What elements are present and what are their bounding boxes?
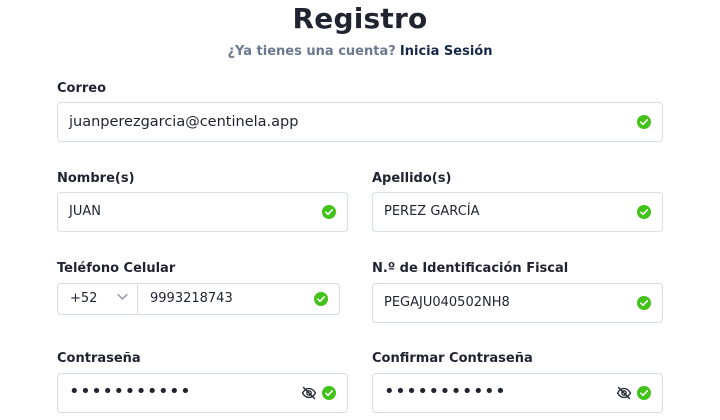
email-label: Correo <box>57 81 107 96</box>
eye-off-icon[interactable] <box>301 386 317 400</box>
confirm-password-value: ••••••••••• <box>384 381 507 402</box>
check-circle-icon <box>314 292 328 306</box>
check-circle-icon <box>637 296 651 310</box>
check-circle-icon <box>637 205 651 219</box>
last-name-label: Apellido(s) <box>372 171 452 186</box>
last-name-field[interactable]: PEREZ GARCÍA <box>372 192 663 232</box>
eye-off-icon[interactable] <box>616 386 632 400</box>
last-name-value: PEREZ GARCÍA <box>384 204 480 219</box>
login-link[interactable]: Inicia Sesión <box>400 44 493 59</box>
first-name-label: Nombre(s) <box>57 171 135 186</box>
check-circle-icon <box>637 115 651 129</box>
email-field[interactable]: juanperezgarcia@centinela.app <box>57 102 663 142</box>
login-prompt: ¿Ya tienes una cuenta? Inicia Sesión <box>0 44 720 59</box>
tax-id-field[interactable]: PEGAJU040502NH8 <box>372 283 663 323</box>
phone-label: Teléfono Celular <box>57 261 176 276</box>
confirm-password-field[interactable]: ••••••••••• <box>372 373 663 413</box>
check-circle-icon <box>322 205 336 219</box>
check-circle-icon <box>637 386 651 400</box>
login-question: ¿Ya tienes una cuenta? <box>227 44 396 59</box>
password-label: Contraseña <box>57 351 141 366</box>
chevron-down-icon <box>117 293 128 300</box>
phone-number-value: 9993218743 <box>150 291 233 306</box>
page-title: Registro <box>292 2 428 35</box>
tax-id-label: N.º de Identificación Fiscal <box>372 261 569 276</box>
first-name-field[interactable]: JUAN <box>57 192 348 232</box>
first-name-value: JUAN <box>69 204 101 219</box>
check-circle-icon <box>322 386 336 400</box>
country-code-value: +52 <box>70 291 98 306</box>
phone-field[interactable]: +52 9993218743 <box>57 283 340 315</box>
confirm-password-label: Confirmar Contraseña <box>372 351 533 366</box>
tax-id-value: PEGAJU040502NH8 <box>384 295 510 310</box>
password-value: ••••••••••• <box>69 381 192 402</box>
password-field[interactable]: ••••••••••• <box>57 373 348 413</box>
email-value: juanperezgarcia@centinela.app <box>69 114 299 130</box>
country-code-select[interactable]: +52 <box>58 284 138 314</box>
